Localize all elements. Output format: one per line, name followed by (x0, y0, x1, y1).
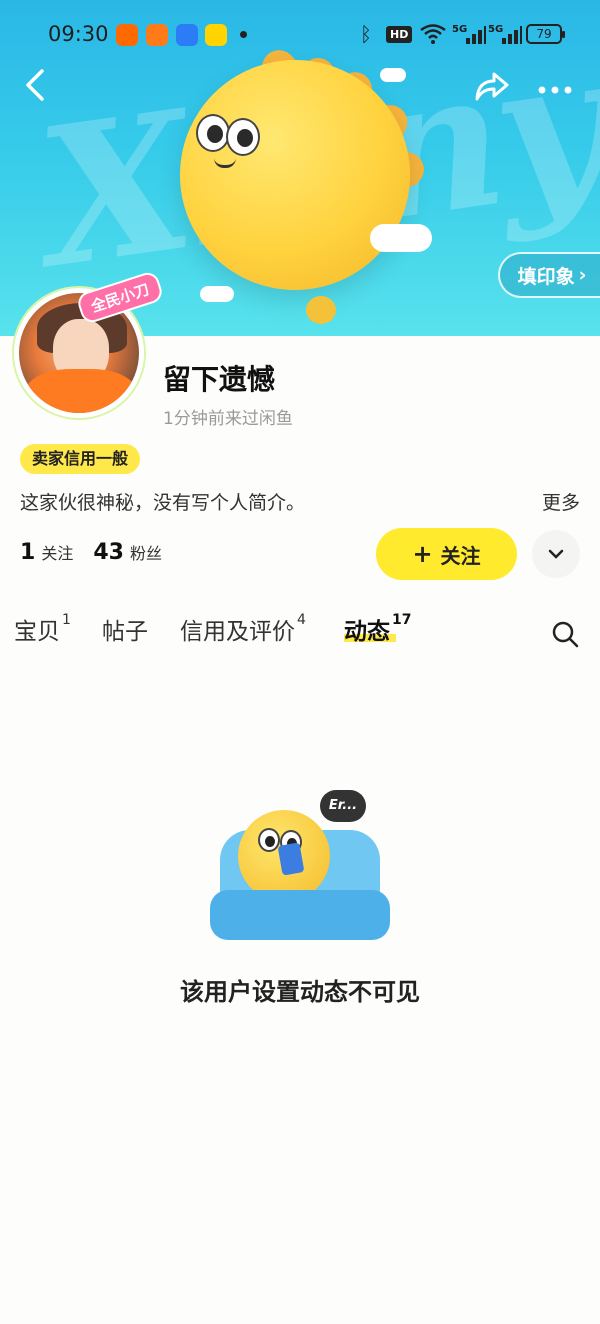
more-button[interactable] (537, 80, 573, 99)
follow-stats: 1 关注 43 粉丝 (20, 540, 162, 565)
search-icon (552, 621, 579, 648)
more-link[interactable]: 更多 (542, 488, 580, 515)
last-seen-text: 1分钟前来过闲鱼 (163, 409, 293, 429)
fill-impression-button[interactable]: 填印象 › (498, 252, 600, 298)
bluetooth-icon: ᛒ (360, 22, 372, 46)
seller-credit-badge[interactable]: 卖家信用一般 (20, 444, 141, 474)
meituan-icon (205, 24, 227, 46)
followers-count[interactable]: 43 (93, 540, 124, 565)
chevron-right-icon: › (578, 264, 587, 286)
following-count[interactable]: 1 (20, 540, 35, 565)
chevron-down-icon (548, 549, 564, 559)
tab-posts[interactable]: 帖子 (102, 612, 148, 646)
profile-tabs: 宝贝 1 帖子 信用及评价 4 动态 17 (0, 612, 600, 662)
share-icon (475, 72, 509, 101)
notification-dot-icon (240, 31, 247, 38)
more-dots-icon (538, 86, 572, 94)
search-button[interactable] (551, 620, 579, 652)
empty-state-message: 该用户设置动态不可见 (180, 978, 420, 1006)
tab-activity[interactable]: 动态 17 (344, 612, 411, 646)
tab-items[interactable]: 宝贝 1 (14, 612, 71, 646)
cellular-signal-icon: 5G (488, 24, 522, 50)
follow-button[interactable]: + 关注 (376, 528, 517, 580)
speech-bubble: Er... (320, 790, 366, 822)
following-label[interactable]: 关注 (41, 540, 73, 564)
maps-icon (146, 24, 168, 46)
status-time: 09:30 (48, 22, 109, 46)
status-bar: 09:30 ᛒ HD 5G 5G 79 (0, 0, 600, 70)
battery-icon: 79 (526, 24, 565, 44)
wifi-icon (420, 24, 446, 44)
share-button[interactable] (474, 70, 510, 106)
follow-options-button[interactable] (532, 530, 580, 578)
tab-credit-reviews[interactable]: 信用及评价 4 (180, 612, 306, 646)
chevron-left-icon (26, 69, 44, 101)
profile-bio: 这家伙很神秘，没有写个人简介。 (20, 492, 306, 514)
empty-state-illustration: Er... (210, 790, 390, 960)
follow-button-label: 关注 (440, 543, 481, 568)
back-button[interactable] (22, 68, 50, 106)
plus-icon: + (412, 540, 433, 568)
profile-name: 留下遗憾 (163, 363, 276, 396)
hd-icon: HD (386, 26, 413, 43)
taobao-icon (116, 24, 138, 46)
cellular-signal-icon: 5G (452, 24, 486, 50)
followers-label[interactable]: 粉丝 (130, 540, 162, 564)
location-app-icon (176, 24, 198, 46)
fill-impression-label: 填印象 (517, 265, 575, 288)
